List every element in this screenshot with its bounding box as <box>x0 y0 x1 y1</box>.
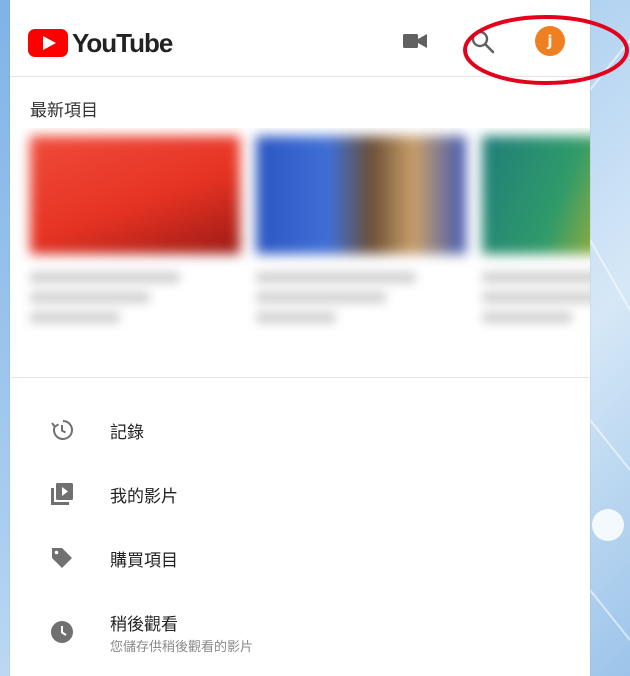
menu-item-purchases[interactable]: 購買項目 <box>10 530 590 586</box>
my-videos-icon <box>51 483 73 505</box>
section-divider <box>10 377 590 378</box>
video-title-placeholder <box>30 272 240 323</box>
logo-text: YouTube <box>72 27 173 58</box>
menu-item-sublabel: 您儲存供稍後觀看的影片 <box>110 640 254 655</box>
menu-item-history[interactable]: 記錄 <box>10 402 590 458</box>
history-icon <box>51 420 73 440</box>
recent-item[interactable] <box>256 136 466 352</box>
menu-item-watch-later[interactable]: 稍後觀看 您儲存供稍後觀看的影片 <box>10 600 590 664</box>
video-title-placeholder <box>482 272 590 323</box>
youtube-panel: YouTube j 最新項目 記錄 我的影片 購買項目 稍後觀看 您儲存供稍後觀… <box>10 0 590 676</box>
video-thumbnail <box>30 136 240 254</box>
video-thumbnail <box>256 136 466 254</box>
menu-item-label: 稍後觀看 <box>110 615 178 635</box>
recent-item[interactable] <box>482 136 590 352</box>
youtube-logo[interactable]: YouTube <box>28 27 173 58</box>
app-header: YouTube j <box>10 0 590 77</box>
video-title-placeholder <box>256 272 466 323</box>
search-icon[interactable] <box>470 29 496 55</box>
menu-item-label: 我的影片 <box>110 487 178 507</box>
recent-section-title: 最新項目 <box>30 101 98 121</box>
tag-icon <box>52 548 72 568</box>
recent-item[interactable] <box>30 136 240 352</box>
clock-icon <box>51 621 73 643</box>
menu-item-label: 記錄 <box>110 423 144 443</box>
video-thumbnail <box>482 136 590 254</box>
menu-item-my-videos[interactable]: 我的影片 <box>10 466 590 522</box>
video-camera-icon[interactable] <box>403 32 427 50</box>
recent-strip <box>10 128 590 360</box>
avatar[interactable]: j <box>535 26 565 56</box>
menu-item-label: 購買項目 <box>110 551 178 571</box>
youtube-play-icon <box>28 29 68 57</box>
